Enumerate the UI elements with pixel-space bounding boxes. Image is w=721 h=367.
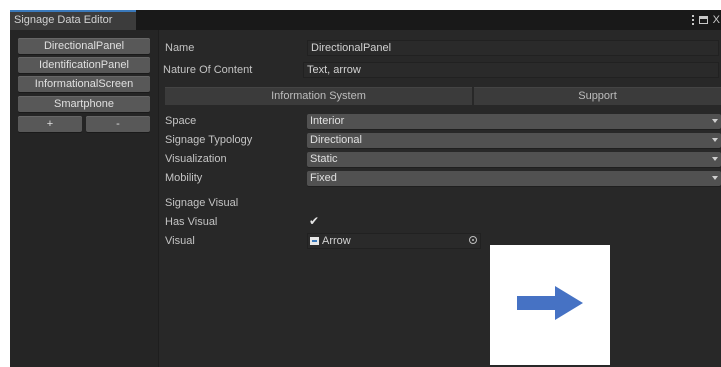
maximize-icon[interactable] [698,16,708,24]
arrow-right-icon [517,286,583,320]
visual-object-value: Arrow [322,235,351,247]
mobility-dropdown[interactable]: Fixed [307,171,721,186]
nature-of-content-label: Nature Of Content [163,64,253,76]
dropdown-arrow-icon [712,176,718,180]
list-item-directional-panel[interactable]: DirectionalPanel [18,38,150,54]
signage-typology-label: Signage Typology [165,134,253,146]
tab-signage-data-editor[interactable]: Signage Data Editor [10,10,136,30]
name-field[interactable]: DirectionalPanel [307,40,719,56]
signage-data-editor-window: Signage Data Editor X DirectionalPanel I… [10,10,721,367]
close-icon[interactable]: X [713,14,720,26]
sprite-icon [310,237,319,245]
signage-list-panel: DirectionalPanel IdentificationPanel Inf… [10,30,159,367]
list-item-informational-screen[interactable]: InformationalScreen [18,76,150,92]
signage-visual-heading: Signage Visual [165,197,239,209]
remove-item-button[interactable]: - [86,116,150,132]
has-visual-checkbox[interactable]: ✔ [309,214,319,228]
space-value: Interior [310,115,345,127]
dropdown-arrow-icon [712,138,718,142]
dropdown-arrow-icon [712,119,718,123]
signage-typology-value: Directional [310,134,362,146]
visual-object-field[interactable]: Arrow [307,233,481,249]
window-titlebar: Signage Data Editor X [10,10,721,30]
name-label: Name [165,42,195,54]
signage-typology-dropdown[interactable]: Directional [307,133,721,148]
list-item-identification-panel[interactable]: IdentificationPanel [18,57,150,73]
mobility-value: Fixed [310,172,337,184]
add-item-button[interactable]: + [18,116,82,132]
visualization-value: Static [310,153,338,165]
inspector-panel: Name DirectionalPanel Nature Of Content … [159,30,721,367]
visualization-label: Visualization [165,153,227,165]
space-dropdown[interactable]: Interior [307,114,721,129]
visual-preview-image [490,245,610,365]
space-label: Space [165,115,197,127]
window-controls: X [691,10,721,30]
object-picker-icon[interactable] [469,236,477,244]
nature-of-content-field[interactable]: Text, arrow [303,62,719,78]
visual-label: Visual [165,235,195,247]
visualization-dropdown[interactable]: Static [307,152,721,167]
has-visual-label: Has Visual [165,216,218,228]
tab-information-system[interactable]: Information System [165,87,472,105]
list-item-smartphone[interactable]: Smartphone [18,96,150,112]
mobility-label: Mobility [165,172,203,184]
dropdown-arrow-icon [712,157,718,161]
more-options-icon[interactable] [691,15,694,25]
tab-support[interactable]: Support [474,87,721,105]
tab-title: Signage Data Editor [14,14,113,26]
